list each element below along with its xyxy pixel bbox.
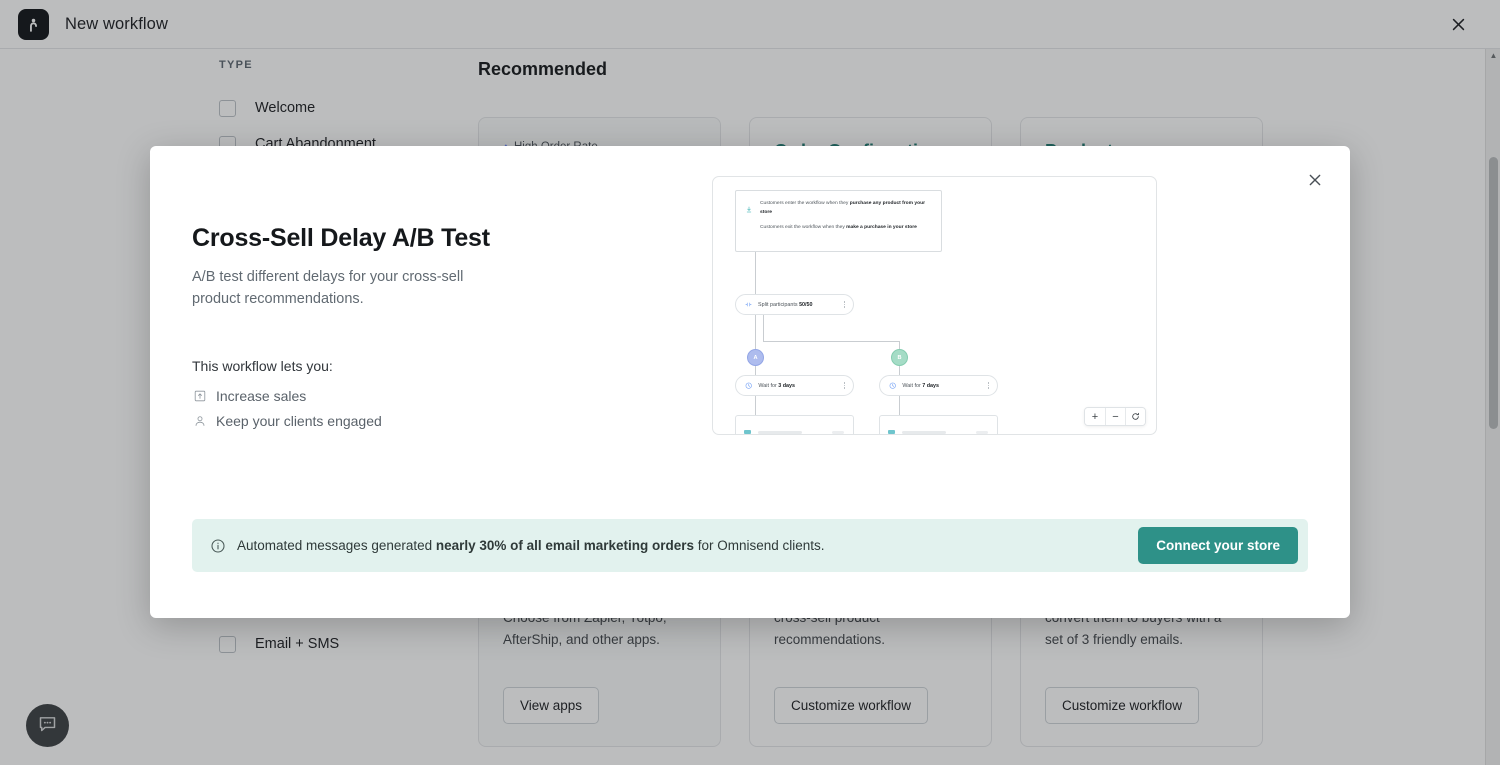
- connector-line: [763, 315, 764, 342]
- benefit-label: Keep your clients engaged: [216, 412, 382, 429]
- benefit-increase-sales: Increase sales: [192, 388, 652, 404]
- connector-line: [899, 396, 900, 416]
- more-options-icon[interactable]: [987, 382, 989, 390]
- reset-view-icon[interactable]: [1125, 408, 1145, 425]
- promo-banner: Automated messages generated nearly 30% …: [192, 519, 1308, 572]
- node-label: Split participants 50/50: [758, 301, 813, 308]
- info-icon: [210, 538, 226, 554]
- person-icon: [192, 413, 207, 428]
- zoom-in-icon[interactable]: +: [1085, 408, 1105, 425]
- workflow-diagram-preview[interactable]: Split participants 50/50 A B Wait for 3 …: [712, 176, 1157, 435]
- workflow-preview-modal: Cross-Sell Delay A/B Test A/B test diffe…: [150, 146, 1350, 618]
- more-options-icon[interactable]: [843, 301, 845, 309]
- clock-icon: [745, 382, 752, 389]
- workflow-canvas[interactable]: Split participants 50/50 A B Wait for 3 …: [713, 177, 1156, 434]
- modal-description: A/B test different delays for your cross…: [192, 269, 464, 308]
- node-label-placeholder: [758, 431, 802, 434]
- connect-your-store-button[interactable]: Connect your store: [1138, 527, 1298, 564]
- workflow-trigger-box[interactable]: Customers enter the workflow when they p…: [735, 190, 942, 252]
- node-email-b-partial[interactable]: [879, 415, 998, 434]
- clock-icon: [889, 382, 896, 389]
- node-label: Wait for 7 days: [902, 382, 940, 389]
- node-label-placeholder: [902, 431, 946, 434]
- connector-line: [763, 341, 899, 342]
- trigger-exit-text: Customers exit the workflow when they ma…: [760, 225, 917, 231]
- more-options-icon[interactable]: [832, 431, 844, 434]
- modal-title: Cross-Sell Delay A/B Test: [192, 224, 490, 252]
- more-options-icon[interactable]: [843, 382, 845, 390]
- node-wait-7-days[interactable]: Wait for 7 days: [879, 375, 998, 396]
- node-email-a-partial[interactable]: [735, 415, 854, 434]
- banner-text: Automated messages generated nearly 30% …: [237, 538, 825, 553]
- zoom-controls[interactable]: + −: [1084, 407, 1146, 426]
- modal-preview-column: Split participants 50/50 A B Wait for 3 …: [672, 176, 1308, 438]
- benefit-label: Increase sales: [216, 387, 307, 404]
- node-wait-3-days[interactable]: Wait for 3 days: [735, 375, 854, 396]
- email-icon: [888, 430, 895, 434]
- zoom-out-icon[interactable]: −: [1105, 408, 1125, 425]
- chart-increase-icon: [192, 388, 207, 403]
- modal-body: Cross-Sell Delay A/B Test A/B test diffe…: [150, 146, 1350, 438]
- trigger-text: Customers enter the workflow when they p…: [760, 200, 931, 242]
- node-split-participants[interactable]: Split participants 50/50: [735, 294, 854, 315]
- split-icon: [745, 301, 752, 308]
- benefits-heading: This workflow lets you:: [192, 357, 333, 374]
- more-options-icon[interactable]: [976, 431, 988, 434]
- benefit-clients-engaged: Keep your clients engaged: [192, 413, 652, 429]
- connector-line: [755, 396, 756, 416]
- modal-info-column: Cross-Sell Delay A/B Test A/B test diffe…: [192, 224, 652, 438]
- trigger-entry-text: Customers enter the workflow when they p…: [760, 201, 925, 215]
- branch-marker-b[interactable]: B: [891, 349, 908, 366]
- node-label: Wait for 3 days: [758, 382, 796, 389]
- email-icon: [744, 430, 751, 434]
- branch-marker-a[interactable]: A: [747, 349, 764, 366]
- trigger-bolt-icon: [745, 200, 754, 242]
- modal-close-icon[interactable]: [1302, 167, 1328, 193]
